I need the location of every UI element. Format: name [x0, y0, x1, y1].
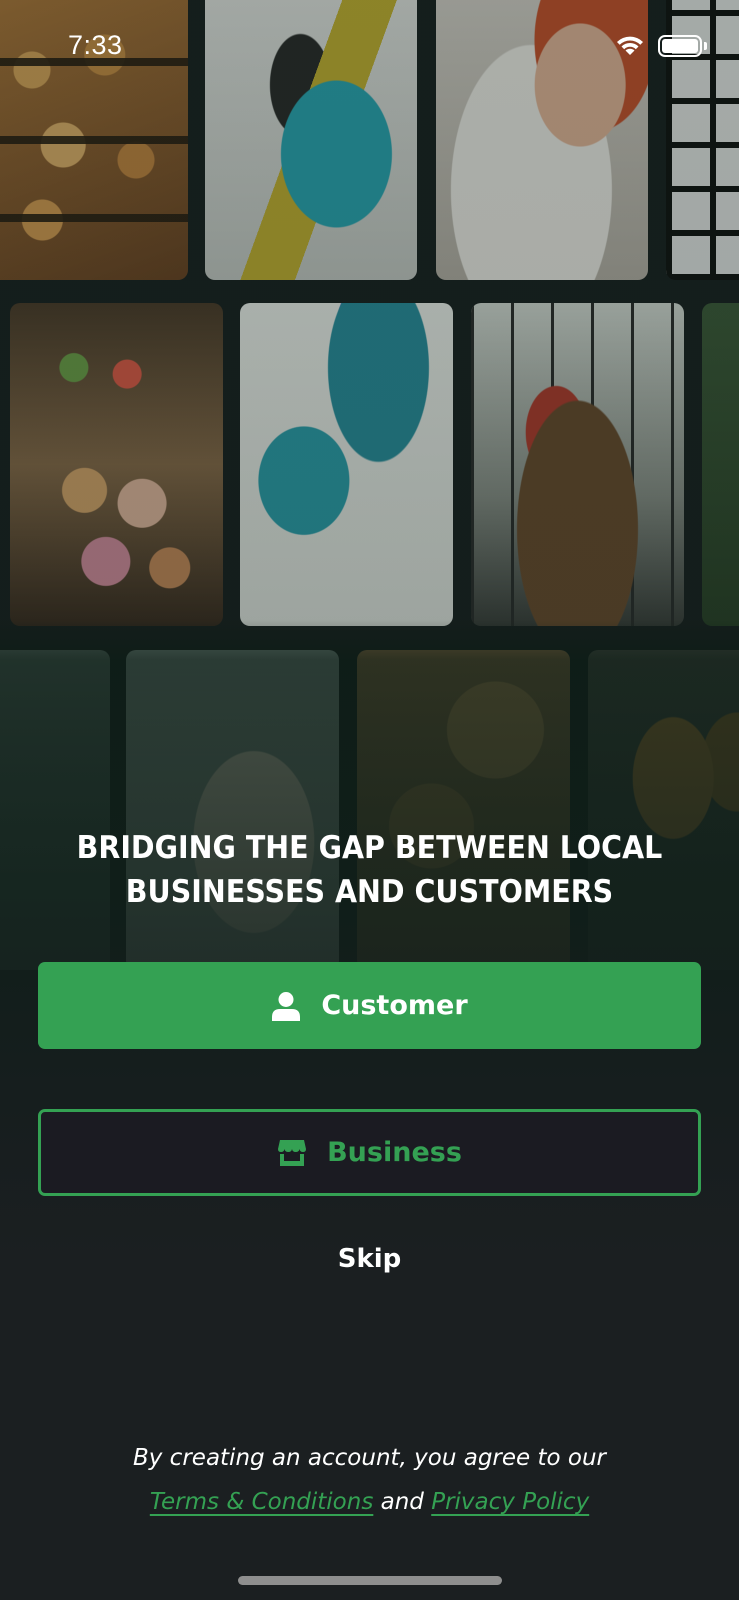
- legal-conjunction: and: [380, 1489, 424, 1515]
- legal-links-line: Terms & Conditions and Privacy Policy: [0, 1480, 739, 1524]
- legal-prefix: By creating an account, you agree to our: [132, 1445, 607, 1471]
- home-indicator[interactable]: [238, 1576, 502, 1585]
- battery-nub: [704, 42, 707, 50]
- store-icon: [278, 1139, 307, 1166]
- battery-icon: [658, 35, 702, 57]
- wifi-icon: [617, 36, 643, 55]
- skip-link[interactable]: Skip: [0, 1244, 739, 1274]
- dark-gradient-overlay: [0, 0, 739, 1600]
- business-button[interactable]: Business: [38, 1109, 701, 1196]
- legal-notice: By creating an account, you agree to our…: [0, 1436, 739, 1524]
- customer-button[interactable]: Customer: [38, 962, 701, 1049]
- welcome-screen: 7:33 BRIDGING THE GAP BETWEEN LOCAL BUSI…: [0, 0, 739, 1600]
- headline: BRIDGING THE GAP BETWEEN LOCAL BUSINESSE…: [76, 830, 663, 910]
- terms-link[interactable]: Terms & Conditions: [150, 1489, 374, 1515]
- privacy-link[interactable]: Privacy Policy: [431, 1489, 589, 1515]
- user-icon: [272, 991, 301, 1021]
- status-bar: 7:33: [0, 0, 739, 94]
- customer-button-label: Customer: [321, 990, 468, 1021]
- business-button-label: Business: [327, 1137, 462, 1168]
- status-time: 7:33: [68, 30, 123, 60]
